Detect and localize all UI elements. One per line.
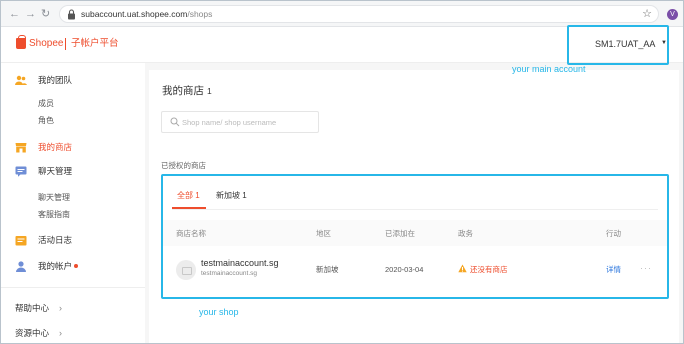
chevron-right-icon: ›: [59, 328, 62, 338]
sidebar-subitem-members[interactable]: 成员: [38, 99, 54, 109]
sidebar-item-label: 聊天管理: [38, 166, 73, 176]
reload-icon[interactable]: ↻: [41, 7, 50, 21]
sidebar-help-center[interactable]: 帮助中心 ›: [15, 303, 62, 314]
account-icon: [16, 261, 26, 272]
main-account-highlight: [567, 25, 669, 65]
sidebar-item-my-shops[interactable]: 我的商店: [1, 138, 145, 158]
sidebar-subitem-chat-management[interactable]: 聊天管理: [38, 193, 70, 203]
sidebar-item-label: 我的商店: [38, 142, 73, 152]
sidebar-item-label: 我的帐户: [38, 261, 73, 271]
star-icon[interactable]: ☆: [642, 7, 652, 20]
sidebar-subitem-cs-guide[interactable]: 客服指南: [38, 210, 70, 220]
sidebar-item-label: 我的团队: [38, 75, 73, 85]
page-title: 我的商店 1: [162, 85, 212, 98]
shop-annotation: your shop: [199, 307, 239, 317]
help-center-label: 帮助中心: [15, 303, 50, 313]
forward-arrow-icon[interactable]: →: [25, 7, 36, 21]
resource-center-label: 资源中心: [15, 328, 50, 338]
sidebar-item-chat-management[interactable]: 聊天管理: [1, 162, 145, 182]
sidebar: 我的团队 成员 角色 我的商店 聊天管理 聊天管理 客服指南 活动日志 我的帐户: [1, 63, 145, 343]
sidebar-item-my-account[interactable]: 我的帐户: [1, 257, 145, 277]
shop-table-highlight: [161, 174, 669, 299]
sidebar-subitem-roles[interactable]: 角色: [38, 116, 54, 126]
search-input[interactable]: [182, 116, 314, 128]
chat-icon: [15, 166, 27, 177]
url-text: subaccount.uat.shopee.com/shops: [81, 9, 212, 20]
chevron-right-icon: ›: [59, 303, 62, 313]
shopee-bag-icon: [16, 35, 26, 49]
page-title-text: 我的商店: [162, 85, 204, 97]
sidebar-divider: [1, 287, 145, 288]
sidebar-resource-center[interactable]: 资源中心 ›: [15, 328, 62, 339]
main-account-annotation: your main account: [512, 64, 586, 74]
authorized-shops-label: 已授权的商店: [161, 161, 206, 170]
shop-icon: [15, 143, 27, 153]
log-icon: [15, 236, 27, 246]
url-path: /shops: [187, 9, 213, 19]
lock-icon: [68, 9, 75, 20]
team-icon: [15, 75, 27, 85]
browser-toolbar: ← → ↻ subaccount.uat.shopee.com/shops ☆ …: [1, 1, 683, 27]
browser-profile-avatar[interactable]: V: [667, 9, 678, 20]
notification-dot: [74, 264, 78, 268]
address-bar[interactable]: subaccount.uat.shopee.com/shops ☆: [59, 5, 659, 23]
back-arrow-icon[interactable]: ←: [9, 7, 20, 21]
sidebar-item-my-team[interactable]: 我的团队: [1, 71, 145, 91]
logo-divider: [65, 38, 66, 50]
shop-count: 1: [207, 86, 212, 96]
url-domain: subaccount.uat.shopee.com: [81, 9, 188, 19]
search-icon: [170, 117, 180, 127]
sidebar-item-label: 活动日志: [38, 235, 73, 245]
logo-text[interactable]: Shopee: [29, 38, 63, 50]
platform-title: 子帐户平台: [71, 38, 119, 49]
sidebar-item-activity-log[interactable]: 活动日志: [1, 231, 145, 251]
shop-search[interactable]: [161, 111, 319, 133]
